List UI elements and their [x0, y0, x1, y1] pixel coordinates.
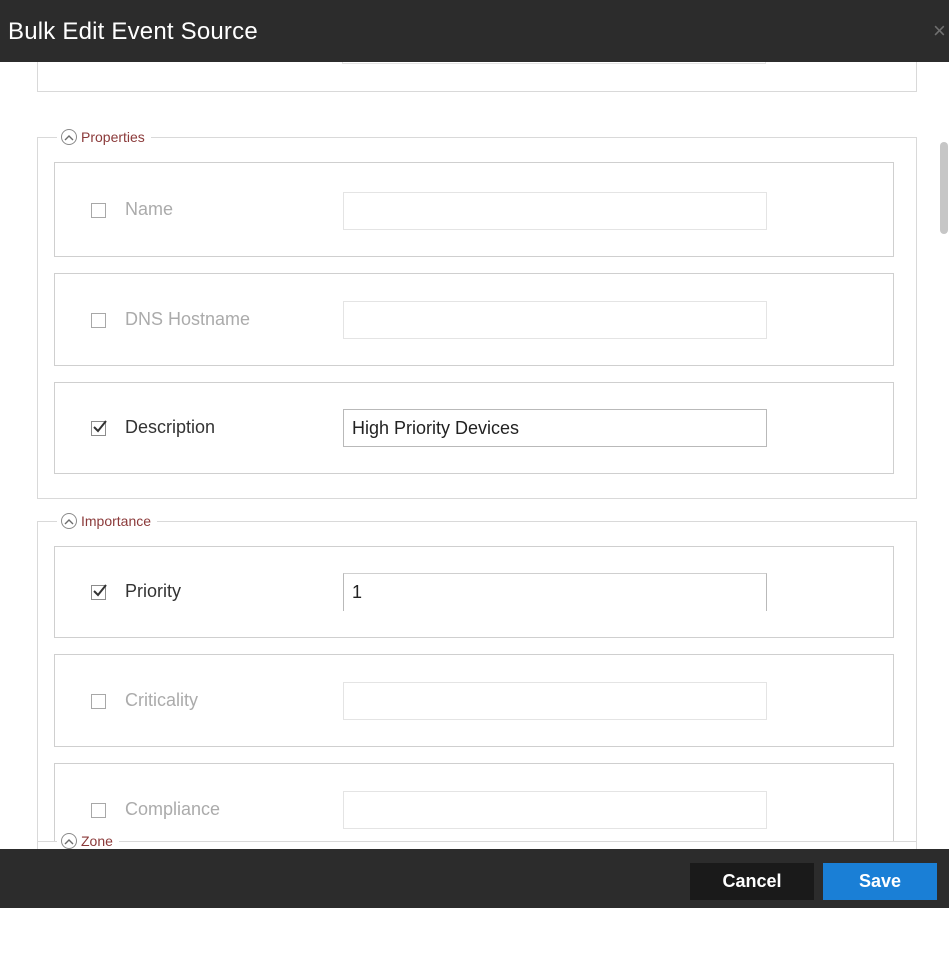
priority-label: Priority	[125, 581, 182, 601]
description-checkbox[interactable]	[91, 420, 107, 436]
criticality-checkbox[interactable]	[91, 694, 106, 709]
properties-section-label: Properties	[81, 129, 145, 145]
name-input[interactable]	[343, 192, 767, 230]
zone-section-label: Zone	[81, 833, 113, 849]
zone-section: Zone	[37, 831, 917, 849]
compliance-row: Compliance	[54, 763, 894, 849]
chevron-up-icon[interactable]	[61, 129, 77, 145]
compliance-input[interactable]	[343, 791, 767, 829]
dns-hostname-row: DNS Hostname	[54, 273, 894, 366]
criticality-label: Criticality	[125, 690, 199, 710]
compliance-checkbox[interactable]	[91, 803, 106, 818]
name-label: Name	[125, 199, 174, 219]
close-icon[interactable]: ×	[933, 20, 946, 42]
dialog-title: Bulk Edit Event Source	[8, 18, 258, 45]
dns-hostname-label: DNS Hostname	[125, 309, 251, 329]
importance-section: Importance Priority 1 Criticality Compli…	[37, 511, 917, 849]
dns-hostname-checkbox[interactable]	[91, 313, 106, 328]
description-row: Description High Priority Devices	[54, 382, 894, 474]
description-input[interactable]: High Priority Devices	[343, 409, 767, 447]
footer-spacer	[0, 908, 949, 965]
scrollbar-thumb[interactable]	[940, 142, 948, 234]
properties-section-header[interactable]: Properties	[57, 127, 151, 147]
criticality-row: Criticality	[54, 654, 894, 747]
name-checkbox[interactable]	[91, 203, 106, 218]
save-button[interactable]: Save	[823, 863, 937, 900]
description-label: Description	[125, 417, 216, 437]
cancel-button[interactable]: Cancel	[690, 863, 814, 900]
dns-hostname-input[interactable]	[343, 301, 767, 339]
checkmark-icon	[93, 420, 107, 433]
priority-row: Priority 1	[54, 546, 894, 638]
name-row: Name	[54, 162, 894, 257]
checkmark-icon	[93, 584, 107, 597]
previous-field-input[interactable]	[342, 62, 766, 64]
dialog-title-bar: Bulk Edit Event Source ×	[0, 0, 949, 62]
zone-section-header[interactable]: Zone	[57, 831, 119, 849]
previous-section	[37, 62, 917, 92]
chevron-up-icon[interactable]	[61, 833, 77, 849]
priority-checkbox[interactable]	[91, 584, 107, 600]
importance-section-header[interactable]: Importance	[57, 511, 158, 531]
importance-section-label: Importance	[81, 513, 152, 529]
chevron-up-icon[interactable]	[61, 513, 77, 529]
priority-input[interactable]: 1	[343, 573, 767, 611]
properties-section: Properties Name DNS Hostname Description…	[37, 127, 917, 499]
compliance-label: Compliance	[125, 799, 221, 819]
dialog-content: Properties Name DNS Hostname Description…	[8, 62, 949, 849]
criticality-input[interactable]	[343, 682, 767, 720]
